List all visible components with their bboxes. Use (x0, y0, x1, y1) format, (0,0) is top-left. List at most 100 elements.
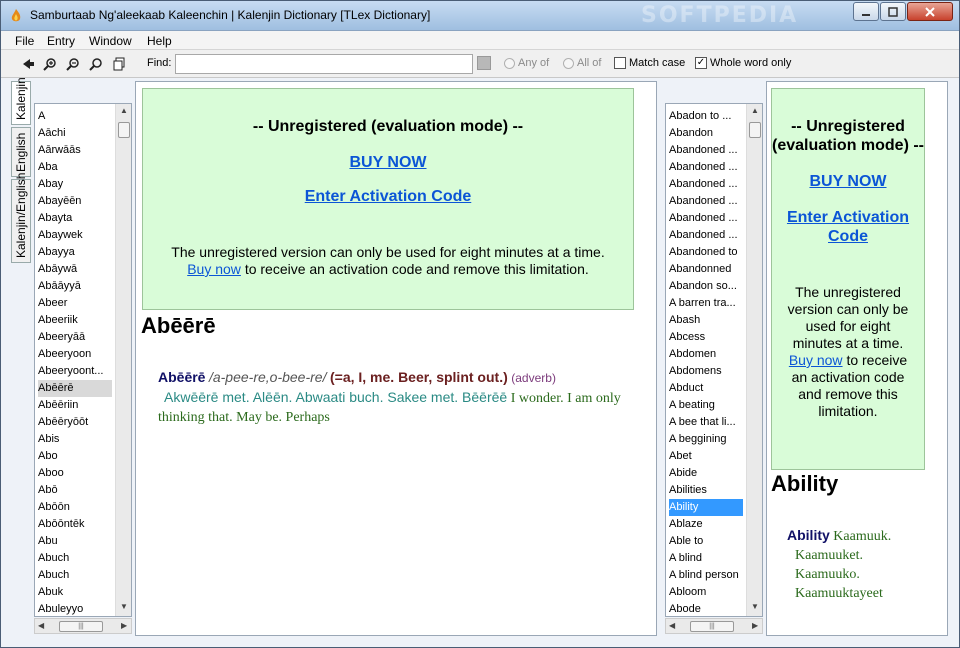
list-item[interactable]: Abet (669, 448, 743, 465)
list-item[interactable]: Abloom (669, 584, 743, 601)
buy-now-link[interactable]: BUY NOW (349, 154, 426, 171)
tab-kalenjin[interactable]: Kalenjin (11, 77, 31, 125)
scroll-down-icon[interactable]: ▼ (751, 602, 759, 611)
right-list-scrollbar[interactable]: ▲ ▼ (746, 104, 762, 616)
enter-activation-code-link[interactable]: Enter Activation Code (305, 188, 472, 205)
list-item[interactable]: Abandon (669, 125, 743, 142)
list-item[interactable]: Abāywā (38, 261, 112, 278)
list-item[interactable]: A bee that li... (669, 414, 743, 431)
list-item[interactable]: Abash (669, 312, 743, 329)
list-item[interactable]: Abandonned (669, 261, 743, 278)
list-item[interactable]: Abandoned ... (669, 142, 743, 159)
left-list-hscrollbar[interactable]: ◀ ||| ▶ (34, 618, 132, 634)
list-item[interactable]: A blind (669, 550, 743, 567)
list-item[interactable]: Abilities (669, 482, 743, 499)
list-item[interactable]: Abandoned ... (669, 193, 743, 210)
kalenjin-word-list[interactable]: A Aāchi Aārwāās Aba Abay Abayēēn Abayta Abaywek… (34, 103, 132, 617)
close-button[interactable] (907, 2, 953, 21)
list-item[interactable]: Abdomen (669, 346, 743, 363)
list-item[interactable]: Abandoned ... (669, 176, 743, 193)
list-item[interactable]: Abōōn (38, 499, 112, 516)
list-item[interactable]: Abcess (669, 329, 743, 346)
menu-help[interactable]: Help (147, 34, 172, 48)
list-item[interactable]: A (38, 108, 112, 125)
list-item[interactable]: Abuch (38, 567, 112, 584)
list-item[interactable]: Abuch (38, 550, 112, 567)
tab-english[interactable]: English (11, 127, 31, 177)
tab-kalenjin-english[interactable]: Kalenjin/English (11, 173, 31, 263)
list-item[interactable]: Aārwāās (38, 142, 112, 159)
scroll-up-icon[interactable]: ▲ (120, 106, 128, 115)
list-item[interactable]: Abode (669, 601, 743, 616)
left-list-scrollbar[interactable]: ▲ ▼ (115, 104, 131, 616)
buy-now-inline-link-right[interactable]: Buy now (789, 352, 843, 368)
scroll-left-icon[interactable]: ◀ (38, 621, 44, 630)
list-item[interactable]: Abayēēn (38, 193, 112, 210)
back-button[interactable] (19, 55, 37, 73)
hscroll-thumb[interactable]: ||| (690, 621, 734, 632)
list-item[interactable]: Abis (38, 431, 112, 448)
all-of-radio[interactable]: All of (563, 57, 601, 69)
copy-button[interactable] (110, 55, 128, 73)
english-word-list[interactable]: Abadon to ... Abandon Abandoned ... Abandon… (665, 103, 763, 617)
list-item[interactable]: Ablaze (669, 516, 743, 533)
menu-window[interactable]: Window (89, 34, 132, 48)
list-item[interactable]: Abēērē (38, 380, 112, 397)
hscroll-thumb[interactable]: ||| (59, 621, 103, 632)
find-go-button[interactable] (477, 56, 491, 70)
list-item[interactable]: Abayta (38, 210, 112, 227)
enter-activation-code-link-right[interactable]: Enter Activation Code (787, 209, 909, 245)
list-item[interactable]: Abay (38, 176, 112, 193)
list-item[interactable]: Abeeriik (38, 312, 112, 329)
scroll-thumb[interactable] (118, 122, 130, 138)
menu-file[interactable]: File (15, 34, 34, 48)
list-item[interactable]: Abandon so... (669, 278, 743, 295)
list-item[interactable]: Abandoned ... (669, 227, 743, 244)
list-item[interactable]: Abandoned ... (669, 210, 743, 227)
scroll-right-icon[interactable]: ▶ (752, 621, 758, 630)
list-item[interactable]: Abuleyyo (38, 601, 112, 616)
list-item[interactable]: Abēēriin (38, 397, 112, 414)
list-item[interactable]: Abeeryoon (38, 346, 112, 363)
scroll-right-icon[interactable]: ▶ (121, 621, 127, 630)
list-item[interactable]: Abeer (38, 295, 112, 312)
list-item[interactable]: Abduct (669, 380, 743, 397)
match-case-checkbox[interactable]: Match case (614, 57, 685, 69)
scroll-thumb[interactable] (749, 122, 761, 138)
any-of-radio[interactable]: Any of (504, 57, 549, 69)
list-item[interactable]: Abandoned to (669, 244, 743, 261)
list-item[interactable]: Abdomens (669, 363, 743, 380)
zoom-in-button[interactable] (41, 55, 59, 73)
list-item[interactable]: Able to (669, 533, 743, 550)
list-item[interactable]: Aāchi (38, 125, 112, 142)
list-item[interactable]: Abeeryāā (38, 329, 112, 346)
list-item[interactable]: Abadon to ... (669, 108, 743, 125)
minimize-button[interactable] (853, 2, 879, 21)
list-item[interactable]: Abuk (38, 584, 112, 601)
list-item[interactable]: Abeeryoont... (38, 363, 112, 380)
buy-now-link-right[interactable]: BUY NOW (809, 173, 886, 190)
zoom-out-button[interactable] (64, 55, 82, 73)
list-item[interactable]: Abō (38, 482, 112, 499)
list-item[interactable]: Abaywek (38, 227, 112, 244)
list-item[interactable]: Abāāyyā (38, 278, 112, 295)
scroll-up-icon[interactable]: ▲ (751, 106, 759, 115)
maximize-button[interactable] (880, 2, 906, 21)
list-item[interactable]: A blind person (669, 567, 743, 584)
list-item[interactable]: Aba (38, 159, 112, 176)
menu-entry[interactable]: Entry (47, 34, 75, 48)
find-input[interactable] (175, 54, 473, 74)
list-item[interactable]: Abide (669, 465, 743, 482)
list-item[interactable]: Abo (38, 448, 112, 465)
search-button[interactable] (87, 55, 105, 73)
right-list-hscrollbar[interactable]: ◀ ||| ▶ (665, 618, 763, 634)
list-item[interactable]: A barren tra... (669, 295, 743, 312)
scroll-left-icon[interactable]: ◀ (669, 621, 675, 630)
buy-now-inline-link[interactable]: Buy now (187, 261, 241, 277)
list-item[interactable]: A beating (669, 397, 743, 414)
list-item[interactable]: Abandoned ... (669, 159, 743, 176)
list-item[interactable]: A beggining (669, 431, 743, 448)
list-item[interactable]: Abōōntēk (38, 516, 112, 533)
whole-word-checkbox[interactable]: ✓ Whole word only (695, 57, 791, 69)
list-item[interactable]: Abu (38, 533, 112, 550)
